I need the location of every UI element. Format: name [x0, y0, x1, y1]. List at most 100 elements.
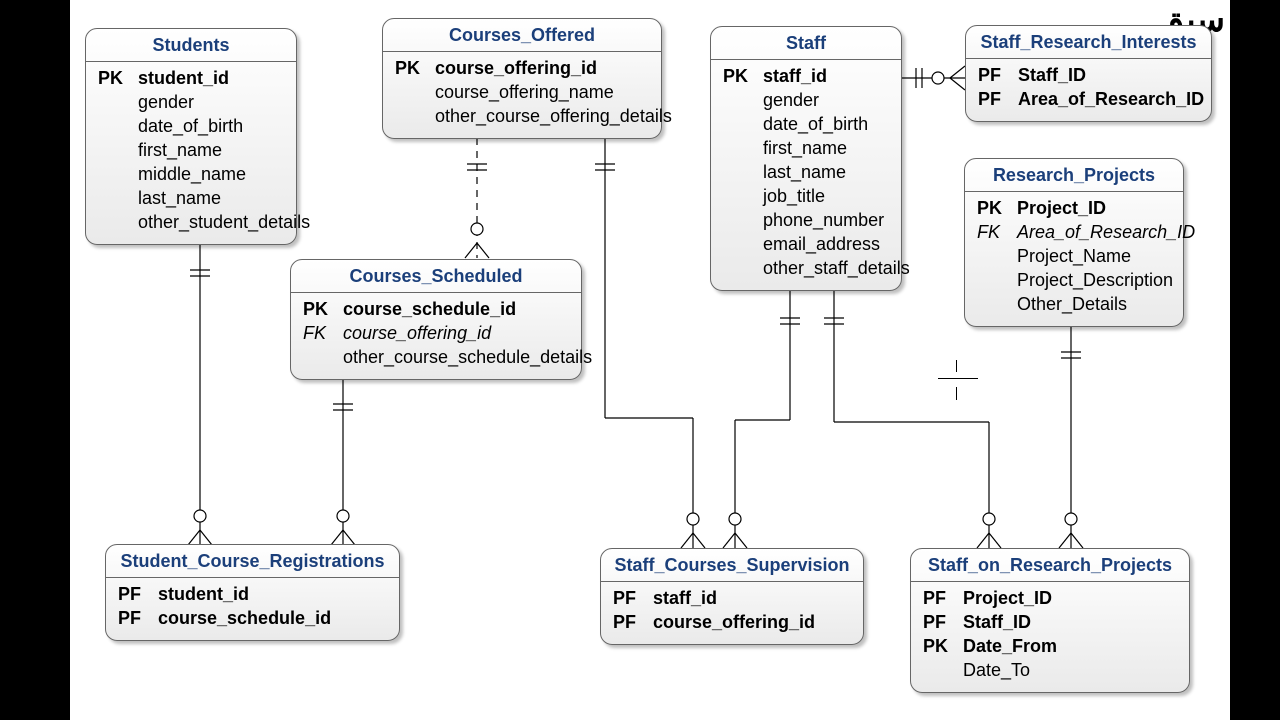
key-indicator — [98, 114, 128, 138]
attribute-name: middle_name — [138, 162, 246, 186]
attribute-row: middle_name — [98, 162, 284, 186]
attribute-name: job_title — [763, 184, 825, 208]
entity-courses-offered[interactable]: Courses_Offered PKcourse_offering_idcour… — [382, 18, 662, 139]
attribute-name: Area_of_Research_ID — [1017, 220, 1195, 244]
attribute-name: date_of_birth — [763, 112, 868, 136]
entity-staff-research-interests[interactable]: Staff_Research_Interests PFStaff_IDPFAre… — [965, 25, 1212, 122]
key-indicator: PF — [613, 610, 643, 634]
attribute-name: last_name — [138, 186, 221, 210]
key-indicator — [977, 292, 1007, 316]
attribute-row: PK Date_From — [923, 634, 1177, 658]
key-indicator — [723, 160, 753, 184]
entity-staff-on-research-projects[interactable]: Staff_on_Research_Projects PFProject_IDP… — [910, 548, 1190, 693]
entity-rows: PFProject_IDPFStaff_IDPKDate_FromDate_To — [911, 582, 1189, 692]
attribute-name: course_offering_id — [343, 321, 491, 345]
attribute-row: PFstudent_id — [118, 582, 387, 606]
key-indicator: FK — [303, 321, 333, 345]
attribute-row: course_offering_name — [395, 80, 649, 104]
key-indicator: PF — [978, 63, 1008, 87]
attribute-name: Date_From — [963, 634, 1057, 658]
key-indicator: PK — [723, 64, 753, 88]
attribute-name: gender — [138, 90, 194, 114]
attribute-name: gender — [763, 88, 819, 112]
key-indicator — [98, 186, 128, 210]
key-indicator — [723, 136, 753, 160]
attribute-name: Project_ID — [963, 586, 1052, 610]
entity-title: Courses_Offered — [383, 19, 661, 52]
entity-rows: PF Staff_IDPFArea_of_Research_ID — [966, 59, 1211, 121]
entity-research-projects[interactable]: Research_Projects PKProject_IDFKArea_of_… — [964, 158, 1184, 327]
attribute-name: Project_Name — [1017, 244, 1131, 268]
page: سبق — [0, 0, 1280, 720]
attribute-row: PKcourse_offering_id — [395, 56, 649, 80]
key-indicator — [395, 104, 425, 128]
attribute-row: other_staff_details — [723, 256, 889, 280]
attribute-name: Date_To — [963, 658, 1030, 682]
attribute-row: other_course_offering_details — [395, 104, 649, 128]
attribute-row: other_student_details — [98, 210, 284, 234]
entity-staff-courses-supervision[interactable]: Staff_Courses_Supervision PFstaff_idPFco… — [600, 548, 864, 645]
attribute-name: phone_number — [763, 208, 884, 232]
entity-rows: PKProject_IDFKArea_of_Research_IDProject… — [965, 192, 1183, 326]
entity-title: Staff_on_Research_Projects — [911, 549, 1189, 582]
attribute-row: FK course_offering_id — [303, 321, 569, 345]
attribute-row: Other_Details — [977, 292, 1171, 316]
key-indicator: PK — [923, 634, 953, 658]
attribute-name: other_student_details — [138, 210, 310, 234]
attribute-row: PK course_schedule_id — [303, 297, 569, 321]
attribute-row: PFArea_of_Research_ID — [978, 87, 1199, 111]
key-indicator — [98, 210, 128, 234]
attribute-name: staff_id — [653, 586, 717, 610]
entity-courses-scheduled[interactable]: Courses_Scheduled PKcourse_schedule_idFK… — [290, 259, 582, 380]
attribute-name: Staff_ID — [1018, 63, 1086, 87]
attribute-name: course_schedule_id — [158, 606, 331, 630]
attribute-name: date_of_birth — [138, 114, 243, 138]
entity-title: Student_Course_Registrations — [106, 545, 399, 578]
attribute-row: last_name — [98, 186, 284, 210]
key-indicator — [723, 256, 753, 280]
entity-staff[interactable]: Staff PKstaff_idgenderdate_of_birthfirst… — [710, 26, 902, 291]
key-indicator: FK — [977, 220, 1007, 244]
attribute-row: date_of_birth — [98, 114, 284, 138]
attribute-row: PFProject_ID — [923, 586, 1177, 610]
key-indicator: PF — [923, 610, 953, 634]
entity-rows: PFstaff_idPF course_offering_id — [601, 582, 863, 644]
attribute-row: Project_Name — [977, 244, 1171, 268]
attribute-name: student_id — [138, 66, 229, 90]
attribute-row: PF course_offering_id — [613, 610, 851, 634]
entity-students[interactable]: Students PKstudent_idgenderdate_of_birth… — [85, 28, 297, 245]
key-indicator: PF — [118, 582, 148, 606]
key-indicator — [977, 268, 1007, 292]
key-indicator — [98, 138, 128, 162]
attribute-name: course_offering_name — [435, 80, 614, 104]
attribute-row: PFStaff_ID — [923, 610, 1177, 634]
key-indicator — [723, 232, 753, 256]
attribute-row: FKArea_of_Research_ID — [977, 220, 1171, 244]
key-indicator: PK — [395, 56, 425, 80]
key-indicator — [723, 208, 753, 232]
attribute-row: date_of_birth — [723, 112, 889, 136]
key-indicator — [303, 345, 333, 369]
key-indicator — [723, 88, 753, 112]
attribute-name: Project_ID — [1017, 196, 1106, 220]
attribute-row: email_address — [723, 232, 889, 256]
key-indicator: PK — [303, 297, 333, 321]
attribute-name: email_address — [763, 232, 880, 256]
attribute-row: job_title — [723, 184, 889, 208]
attribute-row: last_name — [723, 160, 889, 184]
attribute-name: staff_id — [763, 64, 827, 88]
entity-rows: PFstudent_idPF course_schedule_id — [106, 578, 399, 640]
attribute-name: course_schedule_id — [343, 297, 516, 321]
entity-student-course-registrations[interactable]: Student_Course_Registrations PFstudent_i… — [105, 544, 400, 641]
attribute-name: first_name — [138, 138, 222, 162]
attribute-name: Project_Description — [1017, 268, 1173, 292]
entity-rows: PKcourse_offering_idcourse_offering_name… — [383, 52, 661, 138]
attribute-row: PF Staff_ID — [978, 63, 1199, 87]
key-indicator — [923, 658, 953, 682]
entity-rows: PK course_schedule_id FK course_offering_id… — [291, 293, 581, 379]
attribute-row: Project_Description — [977, 268, 1171, 292]
attribute-name: course_offering_id — [653, 610, 815, 634]
attribute-row: first_name — [98, 138, 284, 162]
attribute-name: other_course_schedule_details — [343, 345, 592, 369]
attribute-row: PFstaff_id — [613, 586, 851, 610]
